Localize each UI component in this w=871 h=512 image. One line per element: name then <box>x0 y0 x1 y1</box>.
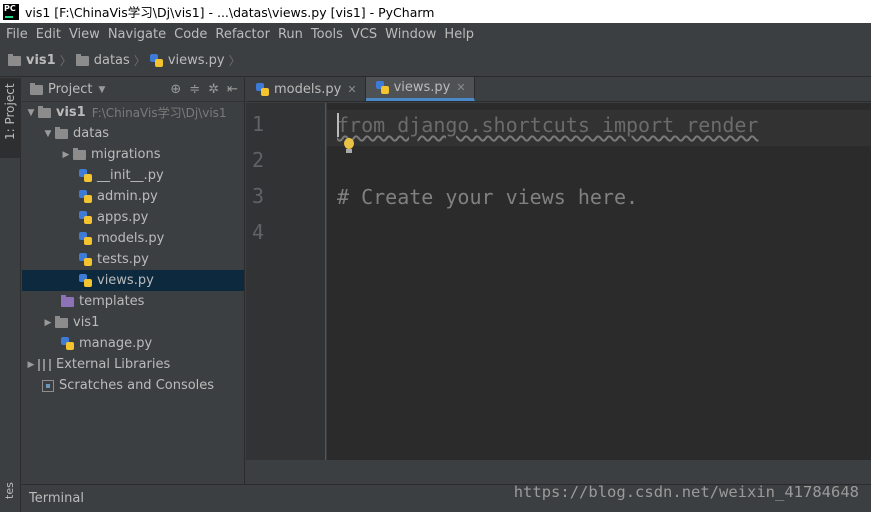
tab-models[interactable]: models.py ✕ <box>246 77 366 101</box>
tree-item-file-selected[interactable]: views.py <box>22 270 244 291</box>
left-tool-strip: 1: Project tes <box>0 78 21 512</box>
project-tool-tab[interactable]: 1: Project <box>0 78 21 158</box>
breadcrumb-file[interactable]: views.py 〉 <box>149 52 245 69</box>
folder-icon <box>55 315 68 328</box>
structure-tool-tab[interactable]: tes <box>3 482 16 499</box>
tree-item-file[interactable]: __init__.py <box>22 165 244 186</box>
title-bar: vis1 [F:\ChinaVis学习\Dj\vis1] - ...\datas… <box>0 0 871 23</box>
tree-item-file[interactable]: tests.py <box>22 249 244 270</box>
collapse-icon[interactable]: ≑ <box>189 82 200 97</box>
close-icon[interactable]: ✕ <box>347 83 356 96</box>
code-line-import[interactable]: from django.shortcuts import render <box>337 113 758 137</box>
line-number: 2 <box>252 148 265 172</box>
breadcrumb: vis1 〉 datas 〉 views.py 〉 <box>0 45 871 77</box>
menu-vcs[interactable]: VCS <box>347 27 381 42</box>
editor-footer <box>246 460 871 484</box>
window-title: vis1 [F:\ChinaVis学习\Dj\vis1] - ...\datas… <box>25 5 435 20</box>
tab-views[interactable]: views.py ✕ <box>365 77 475 101</box>
folder-icon <box>38 105 51 118</box>
tree-item-templates[interactable]: templates <box>22 291 244 312</box>
tree-item-vis1[interactable]: ▶ vis1 <box>22 312 244 333</box>
terminal-tab[interactable]: Terminal <box>22 491 84 506</box>
project-tree: ▼ vis1 F:\ChinaVis学习\Dj\vis1 ▼ datas ▶ m… <box>22 102 244 396</box>
scratches-icon <box>42 379 54 392</box>
tree-item-scratches[interactable]: Scratches and Consoles <box>22 375 244 396</box>
breadcrumb-project[interactable]: vis1 〉 <box>8 52 76 69</box>
chevron-down-icon: ▼ <box>98 84 106 95</box>
line-number: 4 <box>252 220 265 244</box>
project-view-selector[interactable]: Project ▼ <box>30 82 105 97</box>
folder-icon <box>55 126 68 139</box>
target-icon[interactable]: ⊕ <box>170 82 181 97</box>
code-line-comment[interactable]: # Create your views here. <box>337 185 638 209</box>
watermark: https://blog.csdn.net/weixin_41784648 <box>513 483 859 501</box>
menu-code[interactable]: Code <box>170 27 211 42</box>
python-file-icon <box>79 211 92 224</box>
python-file-icon <box>79 274 92 287</box>
close-icon[interactable]: ✕ <box>456 81 465 94</box>
tree-item-migrations[interactable]: ▶ migrations <box>22 144 244 165</box>
folder-icon <box>8 53 21 66</box>
project-panel-header: Project ▼ ⊕ ≑ ✲ ⇤ <box>22 78 244 102</box>
menu-refactor[interactable]: Refactor <box>211 27 274 42</box>
expand-right-icon[interactable]: ▶ <box>24 360 38 370</box>
menu-help[interactable]: Help <box>440 27 478 42</box>
tree-item-file[interactable]: admin.py <box>22 186 244 207</box>
menu-navigate[interactable]: Navigate <box>104 27 170 42</box>
tree-item-manage[interactable]: manage.py <box>22 333 244 354</box>
library-icon <box>38 358 51 371</box>
panel-toolbar: ⊕ ≑ ✲ ⇤ <box>170 82 238 97</box>
python-file-icon <box>61 337 74 350</box>
tree-item-datas[interactable]: ▼ datas <box>22 123 244 144</box>
folder-icon <box>75 53 89 66</box>
menu-bar: File Edit View Navigate Code Refactor Ru… <box>0 23 871 45</box>
tree-item-root[interactable]: ▼ vis1 F:\ChinaVis学习\Dj\vis1 <box>22 102 244 123</box>
python-file-icon <box>375 81 389 94</box>
expand-right-icon[interactable]: ▶ <box>41 318 55 328</box>
pycharm-logo-icon <box>3 3 19 20</box>
tree-item-file[interactable]: apps.py <box>22 207 244 228</box>
project-panel: Project ▼ ⊕ ≑ ✲ ⇤ ▼ vis1 F:\ChinaVis学习\D… <box>22 78 245 484</box>
chevron-right-icon: 〉 <box>133 54 146 68</box>
editor-tabs: models.py ✕ views.py ✕ <box>246 77 871 102</box>
editor-gutter: 1 2 3 4 <box>246 103 326 460</box>
code-editor[interactable]: from django.shortcuts import render # Cr… <box>327 103 871 460</box>
folder-icon <box>30 82 43 95</box>
python-file-icon <box>79 190 92 203</box>
python-file-icon <box>149 54 163 67</box>
folder-icon <box>73 147 86 160</box>
bottom-tool-bar: Terminal https://blog.csdn.net/weixin_41… <box>22 484 871 512</box>
python-file-icon <box>256 82 269 96</box>
menu-file[interactable]: File <box>2 27 32 42</box>
tree-item-file[interactable]: models.py <box>22 228 244 249</box>
python-file-icon <box>79 232 92 245</box>
gear-icon[interactable]: ✲ <box>208 82 219 97</box>
python-file-icon <box>79 169 92 182</box>
menu-run[interactable]: Run <box>274 27 307 42</box>
expand-down-icon[interactable]: ▼ <box>24 108 38 118</box>
breadcrumb-folder[interactable]: datas 〉 <box>75 52 150 69</box>
chevron-right-icon: 〉 <box>228 54 241 68</box>
menu-edit[interactable]: Edit <box>32 27 65 42</box>
line-number: 1 <box>252 112 265 136</box>
menu-view[interactable]: View <box>65 27 104 42</box>
python-file-icon <box>79 253 92 266</box>
line-number: 3 <box>252 184 265 208</box>
expand-right-icon[interactable]: ▶ <box>59 150 73 160</box>
lightbulb-icon[interactable] <box>342 138 356 156</box>
template-folder-icon <box>61 294 74 307</box>
hide-icon[interactable]: ⇤ <box>227 82 238 97</box>
chevron-right-icon: 〉 <box>59 54 72 68</box>
menu-tools[interactable]: Tools <box>307 27 347 42</box>
menu-window[interactable]: Window <box>381 27 440 42</box>
expand-down-icon[interactable]: ▼ <box>41 129 55 139</box>
text-caret <box>337 113 339 137</box>
tree-item-external-libraries[interactable]: ▶ External Libraries <box>22 354 244 375</box>
